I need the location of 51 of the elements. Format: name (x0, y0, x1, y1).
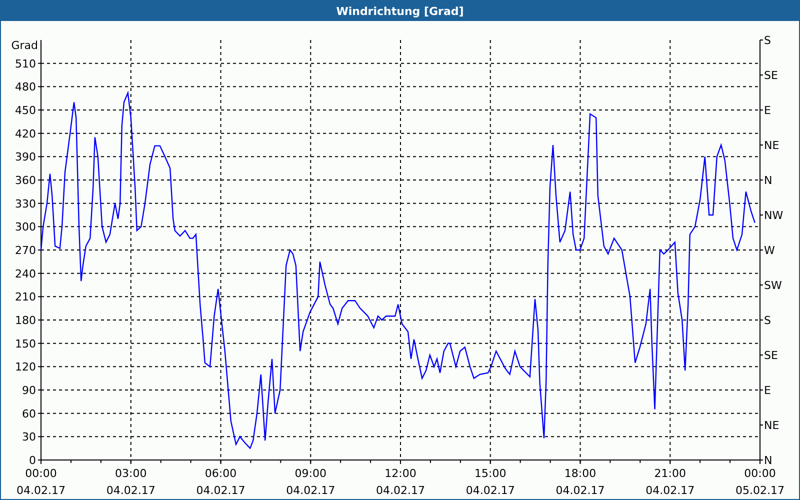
x-tick-label: 00:00 (25, 467, 57, 480)
compass-label: NE (764, 139, 780, 152)
date-label: 04.02.17 (16, 484, 66, 497)
y-tick-label: 0 (29, 454, 36, 467)
y-tick-label: 420 (15, 127, 36, 140)
date-label: 04.02.17 (556, 484, 605, 497)
compass-label: N (764, 454, 772, 467)
compass-label: NE (764, 419, 780, 432)
compass-label: E (764, 384, 771, 397)
y-tick-label: 60 (22, 407, 36, 420)
date-label: 05.02.17 (736, 484, 784, 497)
x-tick-label: 09:00 (294, 467, 326, 480)
y-tick-label: 510 (15, 57, 36, 70)
y-tick-label: 210 (15, 290, 36, 304)
y-axis-label: Grad (11, 39, 38, 52)
x-tick-label: 03:00 (115, 467, 147, 480)
compass-label: SW (764, 279, 782, 292)
date-label: 04.02.17 (106, 484, 156, 497)
y-tick-label: 480 (15, 80, 36, 94)
y-tick-label: 300 (15, 220, 36, 234)
compass-label: SE (764, 349, 778, 362)
compass-label: N (764, 174, 772, 187)
x-tick-label: 21:00 (654, 467, 686, 480)
x-tick-label: 15:00 (474, 467, 506, 480)
window-title: Windrichtung [Grad] (336, 4, 464, 18)
date-label: 04.02.17 (286, 484, 336, 497)
y-tick-label: 330 (15, 197, 36, 210)
date-label: 04.02.17 (466, 484, 515, 497)
y-tick-label: 30 (22, 430, 36, 444)
y-tick-label: 90 (22, 384, 36, 397)
y-tick-label: 150 (15, 337, 36, 350)
x-tick-label: 06:00 (204, 467, 237, 480)
compass-label: S (764, 34, 771, 47)
date-label: 04.02.17 (376, 484, 425, 497)
y-tick-label: 360 (15, 174, 36, 187)
y-tick-label: 120 (15, 360, 36, 374)
y-tick-label: 240 (15, 267, 36, 280)
compass-label: NW (764, 209, 784, 222)
x-tick-label: 12:00 (384, 467, 416, 480)
y-tick-label: 270 (15, 244, 36, 257)
y-tick-label: 390 (15, 150, 36, 164)
compass-label: W (764, 244, 775, 257)
compass-label: S (764, 314, 771, 327)
y-tick-label: 450 (15, 104, 36, 117)
y-tick-label: 180 (15, 314, 36, 327)
date-label: 04.02.17 (646, 484, 695, 497)
x-tick-label: 00:00 (744, 467, 776, 480)
compass-label: SE (764, 69, 778, 82)
compass-label: E (764, 104, 771, 117)
date-label: 04.02.17 (196, 484, 246, 497)
x-tick-label: 18:00 (564, 467, 596, 480)
